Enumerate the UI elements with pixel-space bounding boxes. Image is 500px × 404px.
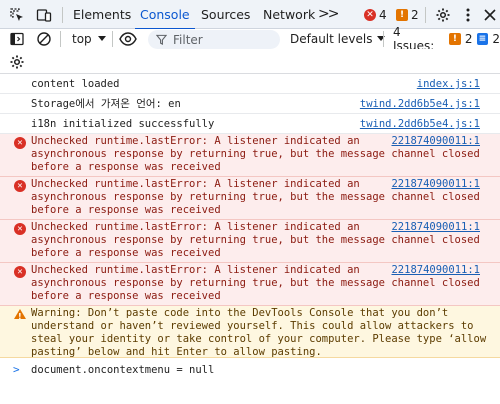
devtools-window: Elements Console Sources Network >> ✕ 4 …	[0, 0, 500, 404]
clear-console-icon[interactable]	[36, 29, 52, 49]
filter-placeholder: Filter	[173, 32, 203, 47]
error-icon: ✕	[14, 137, 26, 149]
issues-button[interactable]: 4 Issues: ! 2 ≡ 2	[393, 25, 500, 53]
message-source-link[interactable]: index.js:1	[417, 78, 480, 91]
sidebar-toggle-icon[interactable]	[9, 29, 25, 49]
message-text: content loaded	[31, 78, 120, 90]
more-tabs-button[interactable]: >>	[318, 6, 340, 22]
console-message-error: ✕ Unchecked runtime.lastError: A listene…	[0, 134, 500, 177]
close-devtools-icon[interactable]	[479, 4, 500, 26]
message-source-link[interactable]: 221874090011:1	[391, 178, 480, 191]
toolbar-separator	[383, 31, 384, 47]
settings-gear-icon[interactable]	[432, 4, 454, 26]
console-prompt[interactable]: > document.oncontextmenu = null	[0, 358, 500, 380]
console-toolbar-row-2	[0, 49, 500, 74]
issues-info-icon: ≡	[476, 33, 489, 45]
log-levels-dropdown[interactable]: Default levels	[290, 29, 386, 49]
tab-separator	[425, 7, 426, 23]
console-message-error: ✕ Unchecked runtime.lastError: A listene…	[0, 263, 500, 306]
message-source-link[interactable]: 221874090011:1	[391, 221, 480, 234]
error-count-badge[interactable]: ✕ 4	[364, 7, 387, 23]
error-count: 4	[379, 8, 387, 22]
device-toolbar-icon[interactable]	[33, 4, 55, 26]
tab-elements[interactable]: Elements	[73, 0, 131, 29]
console-toolbar: top Filter Default levels 4 Issues: ! 2 …	[0, 25, 500, 53]
dropdown-arrow-icon	[97, 36, 106, 41]
issues-warning-icon: !	[449, 33, 461, 45]
inspect-element-icon[interactable]	[6, 4, 28, 26]
tab-separator	[62, 7, 63, 23]
toolbar-separator	[60, 31, 61, 47]
console-message-info: Storage에서 가져온 언어: en twind.2dd6b5e4.js:1	[0, 94, 500, 114]
warning-triangle-icon: !	[14, 309, 26, 321]
filter-funnel-icon	[156, 34, 167, 45]
warning-count: 2	[411, 8, 419, 22]
more-options-icon[interactable]	[457, 4, 479, 26]
live-expression-eye-icon[interactable]	[119, 29, 137, 49]
filter-input[interactable]: Filter	[148, 30, 280, 49]
console-message-error: ✕ Unchecked runtime.lastError: A listene…	[0, 220, 500, 263]
message-source-link[interactable]: twind.2dd6b5e4.js:1	[360, 118, 480, 131]
tab-sources[interactable]: Sources	[201, 0, 250, 29]
error-icon: ✕	[14, 223, 26, 235]
console-input[interactable]: document.oncontextmenu = null	[31, 364, 214, 376]
console-settings-gear-icon[interactable]	[9, 52, 25, 72]
error-icon: ✕	[14, 266, 26, 278]
warning-count-badge[interactable]: ! 2	[396, 7, 419, 23]
issues-warning-count: 2	[464, 32, 473, 46]
context-selector[interactable]: top	[72, 29, 106, 49]
message-text: Storage에서 가져온 언어: en	[31, 98, 181, 110]
tab-network[interactable]: Network	[263, 0, 315, 29]
dropdown-arrow-icon	[377, 36, 386, 41]
error-icon: ✕	[14, 180, 26, 192]
issues-info-count: 2	[492, 32, 500, 46]
message-source-link[interactable]: 221874090011:1	[391, 264, 480, 277]
console-messages: content loaded index.js:1 Storage에서 가져온 …	[0, 74, 500, 358]
console-message-error: ✕ Unchecked runtime.lastError: A listene…	[0, 177, 500, 220]
context-label: top	[72, 32, 92, 46]
console-message-info: content loaded index.js:1	[0, 74, 500, 94]
warning-icon: !	[396, 9, 408, 21]
console-message-warning: ! Warning: Don’t paste code into the Dev…	[0, 306, 500, 358]
message-text: i18n initialized successfully	[31, 118, 215, 130]
message-source-link[interactable]: twind.2dd6b5e4.js:1	[360, 98, 480, 111]
message-source-link[interactable]: 221874090011:1	[391, 135, 480, 148]
message-text: Warning: Don’t paste code into the DevTo…	[31, 307, 487, 358]
toolbar-separator	[112, 31, 113, 47]
console-message-info: i18n initialized successfully twind.2dd6…	[0, 114, 500, 134]
levels-label: Default levels	[290, 32, 373, 46]
prompt-chevron-icon: >	[13, 363, 20, 376]
tab-console[interactable]: Console	[135, 0, 195, 30]
error-icon: ✕	[364, 9, 376, 21]
